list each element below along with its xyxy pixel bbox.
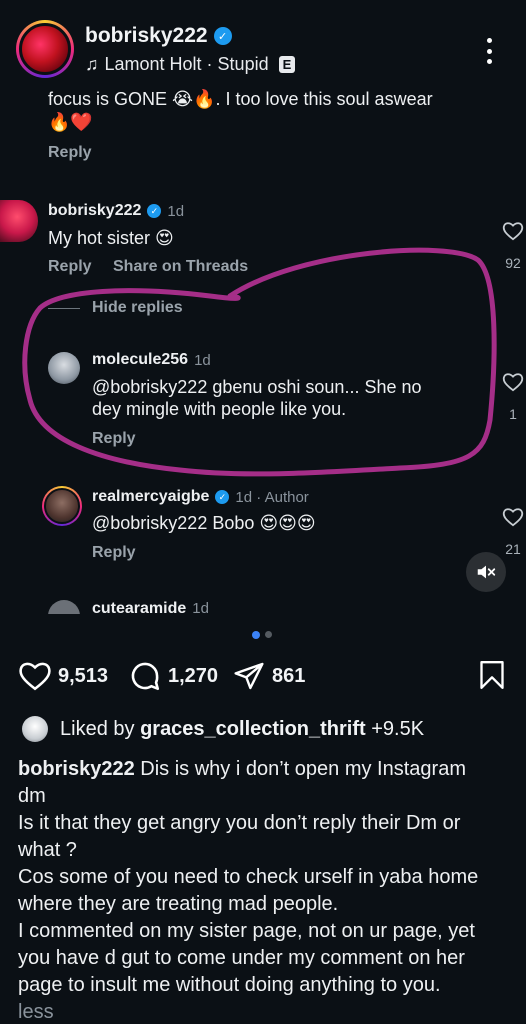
caption-line: you have d gut to come under my comment … [18,947,465,969]
liked-by[interactable]: Liked by graces_collection_thrift +9.5K [22,716,424,742]
caption-line: Dis is why i don’t open my Instagram [140,758,466,780]
liked-by-user[interactable]: graces_collection_thrift [140,718,366,740]
less-button[interactable]: less [18,999,512,1024]
share-action[interactable]: 861 [232,658,305,694]
comment-time: 1d · Author [235,488,309,506]
comment-action[interactable]: 1,270 [128,658,218,694]
speaker-muted-icon [477,565,496,579]
comment-cutoff: cutearamide 1d [48,600,526,614]
comment-header: realmercyaigbe ✓ 1d · Author [92,488,309,506]
caption-line: page to insult me without doing anything… [18,974,441,996]
commenter-avatar[interactable] [42,486,82,526]
comment-count[interactable]: 1,270 [168,665,218,688]
heart-icon[interactable] [18,660,52,692]
caption-line: I commented on my sister page, not on ur… [18,920,475,942]
liked-by-avatar[interactable] [22,716,48,742]
like-count[interactable]: 9,513 [58,665,108,688]
liked-by-suffix[interactable]: +9.5K [371,718,424,740]
bookmark-icon[interactable] [478,659,506,691]
verified-icon: ✓ [215,490,230,504]
comment-like-count: 21 [505,541,521,557]
caption-line: dm [18,785,46,807]
like-heart-icon[interactable] [502,507,524,527]
comment-icon[interactable] [128,659,162,693]
comment-username[interactable]: realmercyaigbe [92,488,209,506]
post-caption: bobrisky222 Dis is why i don’t open my I… [18,756,512,1024]
reply-button[interactable]: Reply [92,544,136,562]
caption-line: Cos some of you need to check urself in … [18,866,479,888]
caption-line: where they are treating mad people. [18,893,339,915]
share-icon[interactable] [232,660,266,692]
comment-time: 1d [192,600,209,614]
commenter-avatar[interactable] [48,600,80,614]
liked-by-prefix: Liked by [60,717,135,740]
like-action[interactable]: 9,513 [18,658,108,694]
carousel-indicator [252,630,272,639]
mute-button[interactable] [466,552,506,592]
comment-username[interactable]: cutearamide [92,600,186,614]
comment-text: @bobrisky222 Bobo 😍😍😍 [92,513,316,533]
caption-username[interactable]: bobrisky222 [18,758,135,780]
share-count[interactable]: 861 [272,665,305,688]
caption-line: Is it that they get angry you don’t repl… [18,812,461,834]
caption-line: what ? [18,839,77,861]
